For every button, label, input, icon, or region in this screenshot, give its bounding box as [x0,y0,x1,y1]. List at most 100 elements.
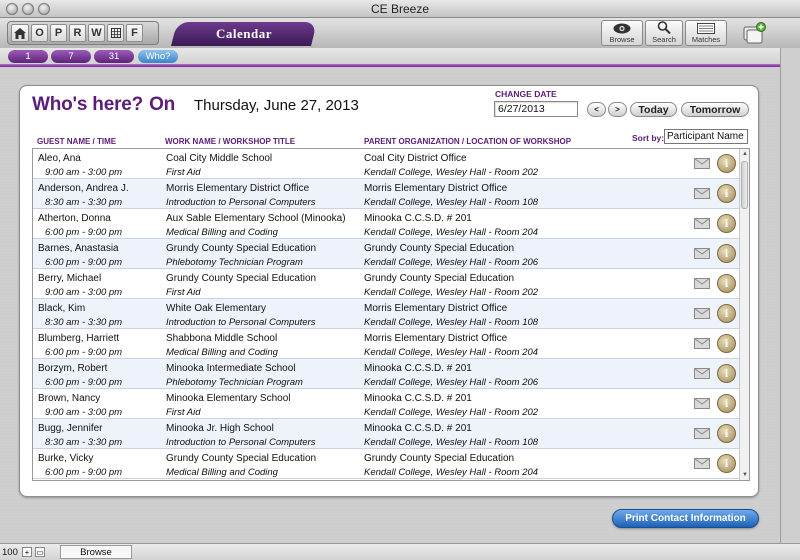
print-contact-information-button[interactable]: Print Contact Information [612,509,759,528]
eye-icon [613,23,631,34]
tab-week-view[interactable]: 7 [51,50,91,63]
matches-button[interactable]: Matches [685,20,727,46]
window-scrollbar[interactable] [780,48,800,543]
info-icon[interactable]: i [717,184,736,203]
next-day-button[interactable]: > [608,102,627,117]
table-row[interactable]: Barnes, Anastasia 6:00 pm - 9:00 pm Grundy… [33,239,739,269]
calendar-grid-button[interactable] [107,24,124,42]
info-icon[interactable]: i [717,394,736,413]
nav-p-button[interactable]: P [50,24,67,42]
workshop-location: Kendall College, Wesley Hall - Room 204 [364,467,539,478]
previous-day-button[interactable]: < [587,102,606,117]
email-icon[interactable] [694,458,710,469]
zoom-level[interactable]: 100 [2,547,18,558]
tab-who-view[interactable]: Who? [138,50,178,63]
workshop-title: First Aid [166,167,201,178]
table-row[interactable]: Bugg, Jennifer 8:30 am - 3:30 pm Minooka J… [33,419,739,449]
guest-name: Black, Kim [38,303,86,314]
email-icon[interactable] [694,308,710,319]
tab-day-view[interactable]: 1 [8,50,48,63]
table-row[interactable]: Black, Kim 8:30 am - 3:30 pm White Oak Ele… [33,299,739,329]
workshop-location: Kendall College, Wesley Hall - Room 204 [364,347,539,358]
list-scrollbar[interactable]: ▲ ▼ [739,149,749,480]
table-row[interactable]: Aleo, Ana 9:00 am - 3:00 pm Coal City Midd… [33,149,739,179]
guest-time: 6:00 pm - 9:00 pm [45,257,123,268]
email-icon[interactable] [694,158,710,169]
guest-name: Burke, Vicky [38,453,94,464]
email-icon[interactable] [694,398,710,409]
list-icon [697,23,715,34]
email-icon[interactable] [694,278,710,289]
parent-organization: Coal City District Office [364,153,467,164]
email-icon[interactable] [694,248,710,259]
info-icon[interactable]: i [717,304,736,323]
email-icon[interactable] [694,368,710,379]
nav-o-button[interactable]: O [31,24,48,42]
guest-name: Bugg, Jennifer [38,423,103,434]
table-row[interactable]: Burke, Vicky 6:00 pm - 9:00 pm Grundy Coun… [33,449,739,479]
email-icon[interactable] [694,428,710,439]
parent-organization: Morris Elementary District Office [364,303,508,314]
info-icon[interactable]: i [717,424,736,443]
work-name: White Oak Elementary [166,303,267,314]
email-icon[interactable] [694,218,710,229]
table-row[interactable]: Atherton, Donna 6:00 pm - 9:00 pm Aux Sabl… [33,209,739,239]
email-icon[interactable] [694,338,710,349]
work-name: Aux Sable Elementary School (Minooka) [166,213,346,224]
toolbar-tools: Browse Search Matches [601,20,727,46]
scroll-thumb[interactable] [741,161,748,209]
title-bar: CE Breeze [0,0,800,18]
scroll-down-arrow[interactable]: ▼ [740,470,749,480]
info-icon[interactable]: i [717,214,736,233]
tab-month-view[interactable]: 31 [94,50,134,63]
table-row[interactable]: Berry, Michael 9:00 am - 3:00 pm Grundy Co… [33,269,739,299]
browse-button[interactable]: Browse [601,20,643,46]
status-toggle-icon[interactable]: ▭ [35,547,45,557]
zoom-in-icon[interactable]: + [22,547,32,557]
info-icon[interactable]: i [717,454,736,473]
workshop-title: Introduction to Personal Computers [166,197,316,208]
work-name: Grundy County Special Education [166,243,317,254]
new-window-button[interactable] [741,22,767,44]
email-icon[interactable] [694,188,710,199]
table-row[interactable]: Brown, Nancy 9:00 am - 3:00 pm Minooka Ele… [33,389,739,419]
nav-f-button[interactable]: F [126,24,143,42]
page-title-on: On [149,94,176,115]
guest-name: Borzym, Robert [38,363,108,374]
table-row[interactable]: Anderson, Andrea J. 8:30 am - 3:30 pm Morr… [33,179,739,209]
info-icon[interactable]: i [717,244,736,263]
calendar-section-tab[interactable]: Calendar [171,22,317,46]
home-button[interactable] [11,24,29,42]
nav-r-button[interactable]: R [69,24,86,42]
mode-indicator[interactable]: Browse [60,545,132,559]
home-icon [14,27,26,39]
work-name: Grundy County Special Education [166,453,317,464]
info-icon[interactable]: i [717,334,736,353]
tomorrow-button[interactable]: Tomorrow [681,102,749,117]
workshop-title: Introduction to Personal Computers [166,317,316,328]
workshop-location: Kendall College, Wesley Hall - Room 206 [364,377,539,388]
column-header-work: WORK NAME / WORKSHOP TITLE [165,137,296,146]
guest-name: Brown, Nancy [38,393,101,404]
workshop-location: Kendall College, Wesley Hall - Room 206 [364,257,539,268]
date-input[interactable]: 6/27/2013 [494,101,578,117]
search-button[interactable]: Search [645,20,683,46]
info-icon[interactable]: i [717,154,736,173]
scroll-up-arrow[interactable]: ▲ [740,149,749,159]
matches-label: Matches [691,35,721,44]
sort-by-select[interactable]: Participant Name [664,129,748,144]
guest-name: Anderson, Andrea J. [38,183,129,194]
info-icon[interactable]: i [717,274,736,293]
parent-organization: Minooka C.C.S.D. # 201 [364,423,472,434]
page-title-text: Who's here? [32,94,144,115]
today-button[interactable]: Today [630,102,677,117]
info-icon[interactable]: i [717,364,736,383]
change-date-label: CHANGE DATE [495,89,557,99]
nav-w-button[interactable]: W [88,24,105,42]
guest-list: Aleo, Ana 9:00 am - 3:00 pm Coal City Midd… [32,148,750,481]
guest-rows: Aleo, Ana 9:00 am - 3:00 pm Coal City Midd… [33,149,739,479]
toolbar: O P R W F Calendar Browse Search Matches [0,18,800,48]
table-row[interactable]: Blumberg, Harriett 6:00 pm - 9:00 pm Shabb… [33,329,739,359]
work-name: Grundy County Special Education [166,273,317,284]
table-row[interactable]: Borzym, Robert 6:00 pm - 9:00 pm Minooka I… [33,359,739,389]
